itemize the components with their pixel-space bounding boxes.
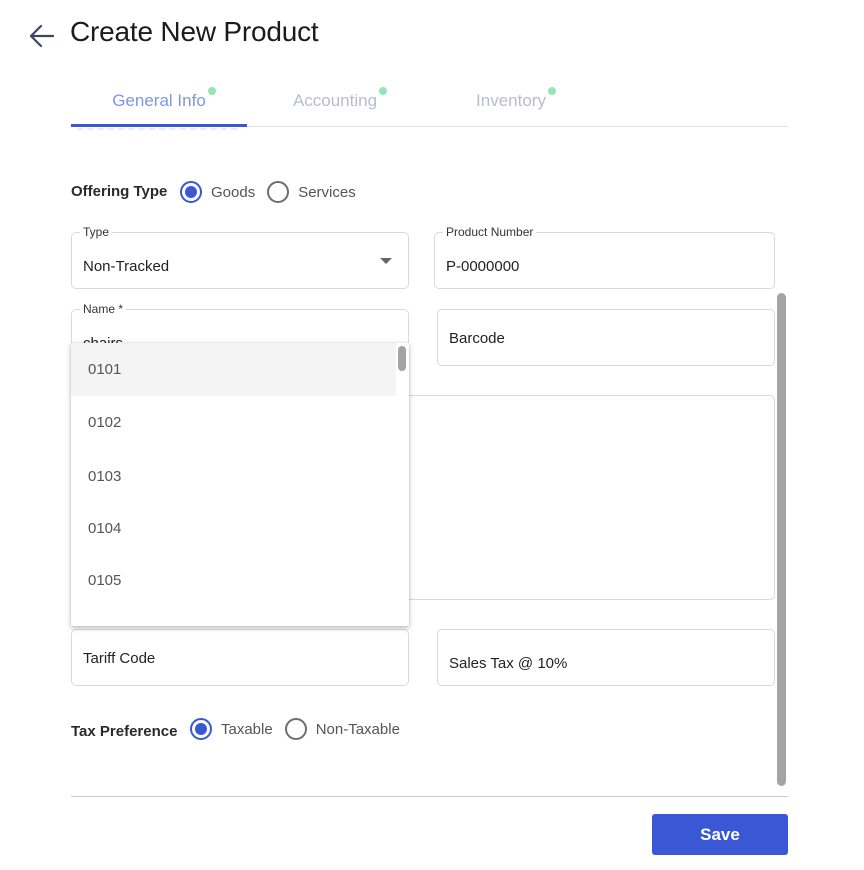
tab-label: Inventory xyxy=(476,91,546,110)
arrow-left-icon xyxy=(29,24,55,48)
radio-taxable[interactable]: Taxable xyxy=(190,718,273,740)
tab-indicator-shadow xyxy=(77,128,237,130)
field-placeholder: Tariff Code xyxy=(83,650,156,667)
page-title: Create New Product xyxy=(70,16,319,47)
tax-preference-radio-group: Taxable Non-Taxable xyxy=(190,718,412,740)
radio-services[interactable]: Services xyxy=(267,181,356,203)
dropdown-scrollbar[interactable] xyxy=(398,346,406,371)
field-label: Type xyxy=(80,225,113,239)
dropdown-option[interactable]: 0105 xyxy=(71,554,396,607)
tab-label: Accounting xyxy=(292,91,378,110)
offering-type-label: Offering Type xyxy=(71,183,168,200)
radio-goods[interactable]: Goods xyxy=(180,181,255,203)
radio-label: Non-Taxable xyxy=(315,720,400,738)
radio-label: Services xyxy=(298,183,356,201)
radio-unchecked-icon xyxy=(267,181,290,203)
back-button[interactable] xyxy=(27,22,57,50)
tax-preference-label: Tax Preference xyxy=(71,723,178,740)
page-header: Create New Product xyxy=(0,0,864,70)
radio-non-taxable[interactable]: Non-Taxable xyxy=(284,718,400,740)
field-label: Product Number xyxy=(443,225,537,239)
status-dot xyxy=(379,87,388,95)
sales-tax-select[interactable]: Sales Tax @ 10% xyxy=(437,629,775,686)
field-value: Non-Tracked xyxy=(83,258,170,275)
tariff-code-dropdown: 0101 0102 0103 0104 0105 xyxy=(71,343,409,626)
barcode-field[interactable]: Barcode xyxy=(437,309,775,366)
dropdown-option[interactable]: 0103 xyxy=(71,450,396,503)
radio-checked-icon xyxy=(180,181,202,203)
status-dot xyxy=(207,87,216,95)
dropdown-option[interactable]: 0104 xyxy=(71,502,396,555)
status-dot xyxy=(547,87,556,95)
tab-accounting[interactable]: Accounting xyxy=(247,78,423,126)
footer-divider xyxy=(71,796,788,797)
field-value: Sales Tax @ 10% xyxy=(449,655,568,672)
radio-unchecked-icon xyxy=(284,718,307,740)
save-button[interactable]: Save xyxy=(652,814,788,855)
tab-bar: General Info Accounting Inventory xyxy=(71,78,788,130)
active-tab-indicator xyxy=(71,124,247,127)
caret-down-icon xyxy=(380,258,392,264)
radio-checked-icon xyxy=(190,718,212,740)
tab-inventory[interactable]: Inventory xyxy=(423,78,599,126)
dropdown-option[interactable]: 0102 xyxy=(71,396,396,449)
type-select[interactable]: Type Non-Tracked xyxy=(71,225,409,289)
field-value: P-0000000 xyxy=(446,258,520,275)
tariff-code-field[interactable]: Tariff Code xyxy=(71,629,409,686)
tab-label: General Info xyxy=(112,91,206,110)
form-scrollbar[interactable] xyxy=(777,293,786,786)
radio-label: Goods xyxy=(211,183,256,201)
tab-general-info[interactable]: General Info xyxy=(71,78,247,126)
field-placeholder: Barcode xyxy=(449,330,505,347)
dropdown-option[interactable]: 0101 xyxy=(71,343,396,396)
radio-label: Taxable xyxy=(221,720,273,738)
offering-type-radio-group: Goods Services xyxy=(180,181,368,203)
field-label: Name * xyxy=(80,302,127,316)
product-number-field[interactable]: Product Number P-0000000 xyxy=(434,225,775,289)
